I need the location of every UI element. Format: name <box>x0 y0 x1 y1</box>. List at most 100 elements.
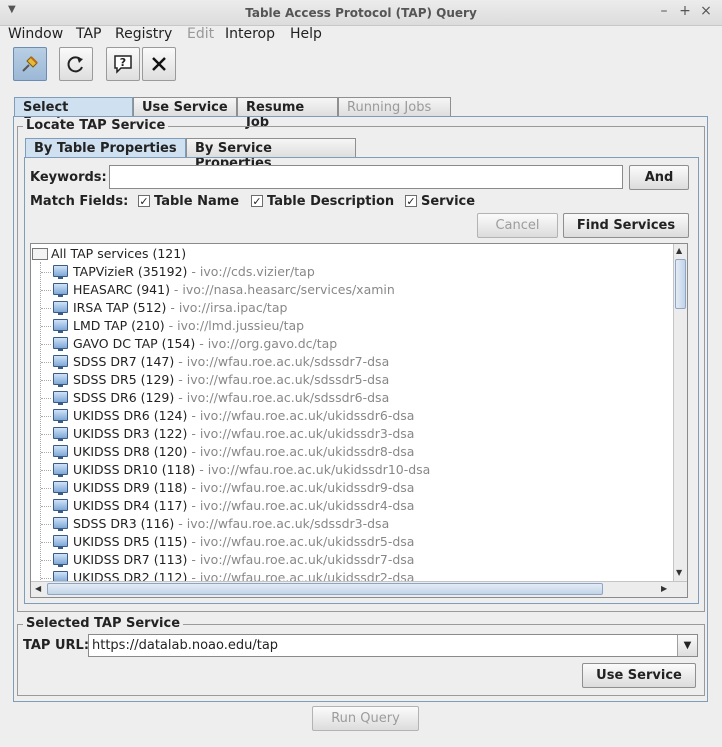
tree-item-url: - ivo://wfau.roe.ac.uk/sdssdr3-dsa <box>174 516 390 531</box>
maximize-icon[interactable]: + <box>677 3 693 19</box>
tree-horizontal-scrollbar[interactable]: ◀ ▶ <box>31 581 687 597</box>
menu-help[interactable]: Help <box>290 26 322 42</box>
tab-use-service[interactable]: Use Service <box>133 97 237 116</box>
tree-item-name: HEASARC (941) <box>73 282 170 297</box>
tree-item-name: GAVO DC TAP (154) <box>73 336 196 351</box>
tree-item-url: - ivo://wfau.roe.ac.uk/sdssdr7-dsa <box>174 354 390 369</box>
vertical-scroll-thumb[interactable] <box>675 259 686 309</box>
tree-item-name: SDSS DR5 (129) <box>73 372 175 387</box>
tree-item-url: - ivo://org.gavo.dc/tap <box>195 336 338 351</box>
tap-url-input[interactable]: https://datalab.noao.edu/tap <box>92 638 278 653</box>
tab-select-service[interactable]: Select Service <box>14 97 133 130</box>
tree-branch-line <box>41 452 51 453</box>
tree-item-text: IRSA TAP (512) - ivo://irsa.ipac/tap <box>73 300 287 315</box>
tree-branch-line <box>41 362 51 363</box>
monitor-icon <box>53 301 68 315</box>
close-icon <box>152 57 166 71</box>
tree-item-url: - ivo://wfau.roe.ac.uk/ukidssdr5-dsa <box>187 534 415 549</box>
tab-by-service-properties[interactable]: By Service Properties <box>186 138 356 171</box>
scroll-down-icon[interactable]: ▼ <box>676 568 682 577</box>
help-button[interactable]: ? <box>106 47 140 81</box>
monitor-icon <box>53 337 68 351</box>
table-description-checkbox-label[interactable]: Table Description <box>267 194 394 209</box>
tap-services-tree[interactable]: All TAP services (121) TAPVizieR (35192)… <box>30 243 688 598</box>
table-name-checkbox[interactable]: ✓ <box>138 195 150 207</box>
use-service-button[interactable]: Use Service <box>582 663 696 688</box>
tree-item-text: UKIDSS DR4 (117) - ivo://wfau.roe.ac.uk/… <box>73 498 414 513</box>
reload-icon <box>67 56 83 73</box>
menu-window[interactable]: Window <box>8 26 63 42</box>
tap-url-label: TAP URL: <box>23 638 90 653</box>
tab-by-table-properties[interactable]: By Table Properties <box>25 138 186 157</box>
menu-registry[interactable]: Registry <box>115 26 172 42</box>
tree-item-url: - ivo://wfau.roe.ac.uk/ukidssdr4-dsa <box>187 498 415 513</box>
monitor-icon <box>53 517 68 531</box>
monitor-icon <box>53 499 68 513</box>
tree-branch-line <box>41 308 51 309</box>
tree-vertical-scrollbar[interactable]: ▲ ▼ <box>673 244 687 581</box>
minimize-icon[interactable]: – <box>656 3 672 19</box>
tree-branch-line <box>41 344 51 345</box>
tree-item-text: SDSS DR6 (129) - ivo://wfau.roe.ac.uk/sd… <box>73 390 389 405</box>
tree-item-text: UKIDSS DR6 (124) - ivo://wfau.roe.ac.uk/… <box>73 408 414 423</box>
menu-edit[interactable]: Edit <box>187 26 214 42</box>
menu-interop[interactable]: Interop <box>225 26 275 42</box>
table-name-checkbox-label[interactable]: Table Name <box>154 194 239 209</box>
reload-button[interactable] <box>59 47 93 81</box>
tree-item-text: UKIDSS DR7 (113) - ivo://wfau.roe.ac.uk/… <box>73 552 414 567</box>
tab-resume-job[interactable]: Resume Job <box>237 97 338 130</box>
monitor-icon <box>53 409 68 423</box>
tree-item-text: UKIDSS DR10 (118) - ivo://wfau.roe.ac.uk… <box>73 462 430 477</box>
monitor-icon <box>53 553 68 567</box>
tree-branch-line <box>41 488 51 489</box>
tree-branch-line <box>41 272 51 273</box>
tree-branch-line <box>41 326 51 327</box>
tree-item-name: UKIDSS DR6 (124) <box>73 408 188 423</box>
tree-item-text: UKIDSS DR9 (118) - ivo://wfau.roe.ac.uk/… <box>73 480 414 495</box>
tree-item-name: UKIDSS DR4 (117) <box>73 498 188 513</box>
chevron-down-icon[interactable]: ▼ <box>677 635 697 656</box>
tree-branch-line <box>41 398 51 399</box>
tree-root-label: All TAP services (121) <box>51 246 187 261</box>
tree-item-url: - ivo://wfau.roe.ac.uk/ukidssdr3-dsa <box>187 426 415 441</box>
tree-item-text: UKIDSS DR3 (122) - ivo://wfau.roe.ac.uk/… <box>73 426 414 441</box>
tree-item-url: - ivo://wfau.roe.ac.uk/ukidssdr10-dsa <box>195 462 431 477</box>
tree-branch-line <box>41 434 51 435</box>
monitor-icon <box>53 481 68 495</box>
table-description-checkbox[interactable]: ✓ <box>251 195 263 207</box>
tree-item-text: HEASARC (941) - ivo://nasa.heasarc/servi… <box>73 282 395 297</box>
close-button[interactable] <box>142 47 176 81</box>
horizontal-scroll-thumb[interactable] <box>47 583 603 595</box>
tree-item-name: UKIDSS DR9 (118) <box>73 480 188 495</box>
window-title: Table Access Protocol (TAP) Query <box>245 6 477 20</box>
scroll-right-icon[interactable]: ▶ <box>661 584 667 593</box>
tree-item-text: GAVO DC TAP (154) - ivo://org.gavo.dc/ta… <box>73 336 337 351</box>
tree-item-url: - ivo://wfau.roe.ac.uk/sdssdr5-dsa <box>174 372 390 387</box>
keywords-input[interactable] <box>109 165 623 189</box>
cancel-button[interactable]: Cancel <box>477 213 558 238</box>
tab-running-jobs[interactable]: Running Jobs <box>338 97 451 116</box>
tree-item-name: UKIDSS DR8 (120) <box>73 444 188 459</box>
tap-url-combobox[interactable]: https://datalab.noao.edu/tap ▼ <box>88 634 698 657</box>
and-button[interactable]: And <box>629 165 689 190</box>
svg-text:?: ? <box>120 56 126 69</box>
run-query-button[interactable]: Run Query <box>312 706 419 731</box>
tree-item-url: - ivo://wfau.roe.ac.uk/ukidssdr9-dsa <box>187 480 415 495</box>
scroll-left-icon[interactable]: ◀ <box>35 584 41 593</box>
scroll-up-icon[interactable]: ▲ <box>676 246 682 255</box>
monitor-icon <box>53 373 68 387</box>
pin-button[interactable] <box>13 47 47 81</box>
close-window-icon[interactable]: × <box>698 3 714 19</box>
tree-branch-line <box>41 290 51 291</box>
menu-tap[interactable]: TAP <box>76 26 101 42</box>
service-checkbox[interactable]: ✓ <box>405 195 417 207</box>
menubar: Window TAP Registry Edit Interop Help <box>0 26 722 46</box>
service-checkbox-label[interactable]: Service <box>421 194 475 209</box>
keywords-label: Keywords: <box>30 170 107 185</box>
tree-item-url: - ivo://nasa.heasarc/services/xamin <box>169 282 395 297</box>
tree-item-url: - ivo://wfau.roe.ac.uk/ukidssdr8-dsa <box>187 444 415 459</box>
tree-branch-line <box>41 506 51 507</box>
match-fields-label: Match Fields: <box>30 194 129 209</box>
find-services-button[interactable]: Find Services <box>563 213 689 238</box>
tree-item-url: - ivo://cds.vizier/tap <box>187 264 315 279</box>
